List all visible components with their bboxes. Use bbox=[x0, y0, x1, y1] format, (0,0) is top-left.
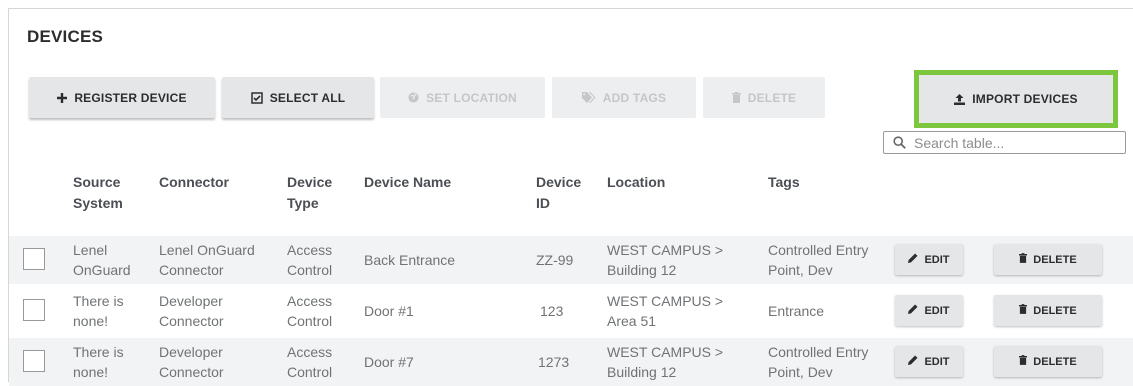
register-device-label: REGISTER DEVICE bbox=[74, 90, 187, 105]
select-all-button[interactable]: SELECT ALL bbox=[222, 77, 374, 118]
row-checkbox[interactable] bbox=[23, 299, 45, 321]
delete-label: DELETE bbox=[1033, 304, 1077, 317]
edit-label: EDIT bbox=[924, 253, 950, 266]
cell-device-type: Access Control bbox=[287, 242, 333, 278]
trash-icon bbox=[731, 92, 741, 103]
delete-label: DELETE bbox=[1033, 253, 1077, 266]
delete-selected-label: DELETE bbox=[747, 90, 797, 105]
row-checkbox[interactable] bbox=[23, 248, 45, 270]
cell-device-type: Access Control bbox=[287, 344, 333, 380]
table-row: There is none! Developer Connector Acces… bbox=[9, 338, 1133, 386]
checkbox-checked-icon bbox=[250, 91, 263, 104]
set-location-button[interactable]: SET LOCATION bbox=[380, 77, 545, 118]
cell-device-name: Back Entrance bbox=[364, 252, 456, 268]
trash-icon bbox=[1019, 304, 1028, 317]
register-device-button[interactable]: REGISTER DEVICE bbox=[29, 77, 215, 118]
cell-tags: Entrance bbox=[768, 303, 825, 319]
add-tags-label: ADD TAGS bbox=[602, 90, 667, 105]
delete-button[interactable]: DELETE bbox=[994, 346, 1102, 377]
plus-icon bbox=[57, 92, 68, 103]
cell-source-system: There is none! bbox=[73, 344, 124, 380]
row-checkbox[interactable] bbox=[23, 350, 45, 372]
header-tags[interactable]: Tags bbox=[768, 172, 800, 193]
tags-icon bbox=[581, 92, 596, 103]
cell-device-id: ZZ-99 bbox=[536, 252, 574, 268]
trash-icon bbox=[1019, 253, 1028, 266]
delete-button[interactable]: DELETE bbox=[994, 244, 1102, 275]
pencil-icon bbox=[908, 253, 918, 266]
add-tags-button[interactable]: ADD TAGS bbox=[552, 77, 696, 118]
upload-icon bbox=[954, 93, 966, 105]
delete-button[interactable]: DELETE bbox=[994, 295, 1102, 326]
header-source-system[interactable]: Source System bbox=[73, 172, 123, 214]
search-icon bbox=[884, 136, 914, 149]
header-device-id[interactable]: Device ID bbox=[536, 172, 581, 214]
cell-connector: Developer Connector bbox=[159, 293, 224, 329]
pencil-icon bbox=[908, 355, 918, 368]
globe-icon bbox=[408, 92, 419, 103]
delete-label: DELETE bbox=[1033, 355, 1077, 368]
edit-button[interactable]: EDIT bbox=[895, 244, 963, 275]
cell-location: WEST CAMPUS > Building 12 bbox=[607, 242, 724, 278]
page-title: DEVICES bbox=[27, 27, 104, 46]
cell-source-system: There is none! bbox=[73, 293, 124, 329]
cell-source-system: Lenel OnGuard bbox=[73, 242, 131, 278]
pencil-icon bbox=[908, 304, 918, 317]
table-row: Lenel OnGuard Lenel OnGuard Connector Ac… bbox=[9, 236, 1133, 284]
edit-button[interactable]: EDIT bbox=[895, 295, 963, 326]
header-device-type[interactable]: Device Type bbox=[287, 172, 332, 214]
cell-location: WEST CAMPUS > Area 51 bbox=[607, 293, 724, 329]
set-location-label: SET LOCATION bbox=[426, 90, 517, 105]
table-row: There is none! Developer Connector Acces… bbox=[9, 287, 1133, 335]
edit-label: EDIT bbox=[924, 355, 950, 368]
edit-label: EDIT bbox=[924, 304, 950, 317]
search-input[interactable] bbox=[914, 134, 1114, 151]
cell-device-name: Door #1 bbox=[364, 303, 414, 319]
cell-tags: Controlled Entry Point, Dev bbox=[768, 242, 869, 278]
trash-icon bbox=[1019, 355, 1028, 368]
cell-device-id: 123 bbox=[540, 303, 564, 319]
header-connector[interactable]: Connector bbox=[159, 172, 229, 193]
cell-connector: Lenel OnGuard Connector bbox=[159, 242, 255, 278]
cell-device-id: 1273 bbox=[538, 354, 570, 370]
header-device-name[interactable]: Device Name bbox=[364, 172, 451, 193]
cell-tags: Controlled Entry Point, Dev bbox=[768, 344, 869, 380]
delete-selected-button[interactable]: DELETE bbox=[703, 77, 825, 118]
header-location[interactable]: Location bbox=[607, 172, 665, 193]
import-devices-label: IMPORT DEVICES bbox=[972, 92, 1078, 106]
search-box bbox=[883, 131, 1126, 154]
cell-device-type: Access Control bbox=[287, 293, 333, 329]
cell-location: WEST CAMPUS > Building 12 bbox=[607, 344, 724, 380]
edit-button[interactable]: EDIT bbox=[895, 346, 963, 377]
select-all-label: SELECT ALL bbox=[269, 90, 346, 105]
import-devices-button[interactable]: IMPORT DEVICES bbox=[919, 75, 1113, 123]
cell-device-name: Door #7 bbox=[364, 354, 414, 370]
cell-connector: Developer Connector bbox=[159, 344, 224, 380]
